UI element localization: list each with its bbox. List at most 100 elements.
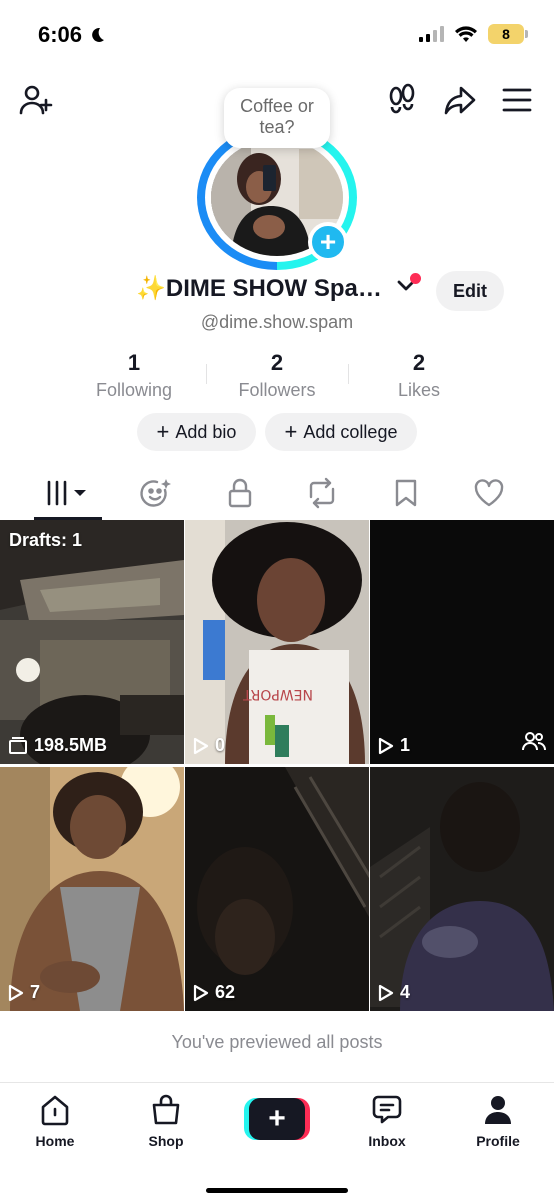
video-tile[interactable]: NEWPORT 0 — [185, 520, 369, 764]
bottom-nav: Home Shop + Inbox Profile — [0, 1082, 554, 1200]
view-count-text: 4 — [400, 982, 411, 1002]
stat-following[interactable]: 1 Following — [64, 350, 204, 401]
plus-icon: + — [156, 419, 170, 444]
view-count: 62 — [193, 982, 235, 1003]
video-thumbnail — [370, 767, 554, 1011]
drafts-tile[interactable]: Drafts: 1 198.5MB — [0, 520, 184, 764]
profile-icon — [485, 1096, 511, 1124]
video-tile[interactable]: 4 — [370, 767, 554, 1011]
cellular-signal-icon — [419, 26, 444, 42]
reposts-face-icon — [140, 479, 171, 507]
menu-icon[interactable] — [497, 80, 537, 120]
footprints-icon[interactable] — [382, 80, 422, 120]
video-grid: Drafts: 1 198.5MB NEWPORT 0 1 7 62 4 — [0, 520, 554, 1011]
tab-reposts-face[interactable] — [122, 468, 190, 518]
status-time: 6:06 — [38, 22, 106, 48]
view-count: 0 — [193, 735, 225, 756]
video-tile[interactable]: 1 — [370, 520, 554, 764]
play-icon — [193, 737, 209, 754]
view-count-text: 0 — [215, 735, 226, 755]
display-name-row[interactable]: ✨DIME SHOW Spa… — [136, 274, 416, 303]
battery-icon: 8 — [488, 24, 528, 44]
lock-icon — [228, 478, 252, 508]
inbox-icon — [372, 1095, 402, 1124]
share-icon[interactable] — [440, 80, 480, 120]
status-bar: 6:06 8 — [0, 0, 554, 70]
clock-text: 6:06 — [38, 22, 83, 47]
video-tile[interactable]: 62 — [185, 767, 369, 1011]
svg-text:NEWPORT: NEWPORT — [243, 686, 313, 702]
stat-likes[interactable]: 2 Likes — [349, 350, 489, 401]
play-icon — [378, 984, 394, 1001]
stat-likes-label: Likes — [397, 380, 441, 400]
tab-private[interactable] — [206, 468, 274, 518]
username: @dime.show.spam — [200, 312, 354, 332]
nav-shop-label: Shop — [148, 1133, 184, 1149]
display-name: ✨DIME SHOW Spa… — [136, 275, 382, 302]
drafts-size-text: 198.5MB — [34, 735, 108, 755]
nav-profile[interactable]: Profile — [453, 1093, 543, 1149]
plus-icon: + — [284, 419, 298, 444]
home-indicator — [206, 1188, 348, 1193]
stat-followers[interactable]: 2 Followers — [207, 350, 347, 401]
nav-shop[interactable]: Shop — [121, 1093, 211, 1149]
drafts-thumbnail — [0, 520, 184, 764]
view-count-text: 62 — [215, 982, 236, 1002]
add-friend-icon[interactable] — [16, 80, 56, 120]
video-thumbnail — [185, 767, 369, 1011]
video-thumbnail — [0, 767, 184, 1011]
nav-inbox-label: Inbox — [368, 1133, 406, 1149]
video-thumbnail — [370, 520, 554, 764]
stat-following-label: Following — [95, 380, 173, 400]
collab-icon — [522, 731, 546, 756]
add-college-button[interactable]: + Add college — [265, 413, 417, 451]
videos-grid-icon — [47, 480, 86, 506]
video-thumbnail: NEWPORT — [185, 520, 369, 764]
notification-dot — [410, 273, 421, 284]
drafts-count-label: Drafts: 1 — [9, 530, 83, 550]
previewed-all-posts-note: You've previewed all posts — [171, 1032, 383, 1052]
play-icon — [378, 737, 394, 754]
edit-profile-button[interactable]: Edit — [436, 271, 504, 311]
nav-inbox[interactable]: Inbox — [342, 1093, 432, 1149]
nav-home[interactable]: Home — [10, 1093, 100, 1149]
add-college-label: Add college — [303, 421, 398, 442]
view-count: 7 — [8, 982, 40, 1003]
stat-likes-value: 2 — [412, 350, 426, 375]
shopping-bag-icon — [152, 1094, 180, 1125]
drafts-folder-icon — [9, 736, 27, 754]
add-bio-label: Add bio — [175, 421, 237, 442]
view-count: 1 — [378, 735, 410, 756]
note-bubble[interactable]: Coffee or tea? — [224, 88, 330, 148]
create-button[interactable]: + — [244, 1098, 310, 1140]
nav-home-label: Home — [35, 1133, 75, 1149]
view-count-text: 1 — [400, 735, 411, 755]
view-count-text: 7 — [30, 982, 41, 1002]
play-icon — [193, 984, 209, 1001]
video-tile[interactable]: 7 — [0, 767, 184, 1011]
profile-tabs — [0, 468, 554, 520]
battery-level: 8 — [502, 26, 510, 42]
tab-liked[interactable] — [455, 468, 523, 518]
tab-favorites[interactable] — [372, 468, 440, 518]
home-icon — [41, 1095, 69, 1126]
stat-followers-label: Followers — [238, 380, 316, 400]
add-bio-button[interactable]: + Add bio — [137, 413, 256, 451]
tab-videos[interactable] — [34, 468, 102, 518]
note-bubble-line1: Coffee or — [240, 96, 314, 116]
status-icons: 8 — [419, 24, 528, 44]
moon-icon — [92, 27, 105, 42]
drafts-size: 198.5MB — [8, 735, 107, 756]
heart-icon — [474, 479, 504, 507]
add-story-button[interactable]: + — [308, 222, 348, 262]
wifi-icon — [455, 26, 477, 42]
stat-following-value: 1 — [127, 350, 141, 375]
nav-profile-label: Profile — [476, 1133, 520, 1149]
stat-followers-value: 2 — [270, 350, 284, 375]
tab-reposts[interactable] — [288, 468, 356, 518]
play-icon — [8, 984, 24, 1001]
bookmark-icon — [395, 479, 417, 507]
note-bubble-line2: tea? — [259, 117, 295, 137]
create-plus-icon: + — [249, 1098, 305, 1140]
view-count: 4 — [378, 982, 410, 1003]
